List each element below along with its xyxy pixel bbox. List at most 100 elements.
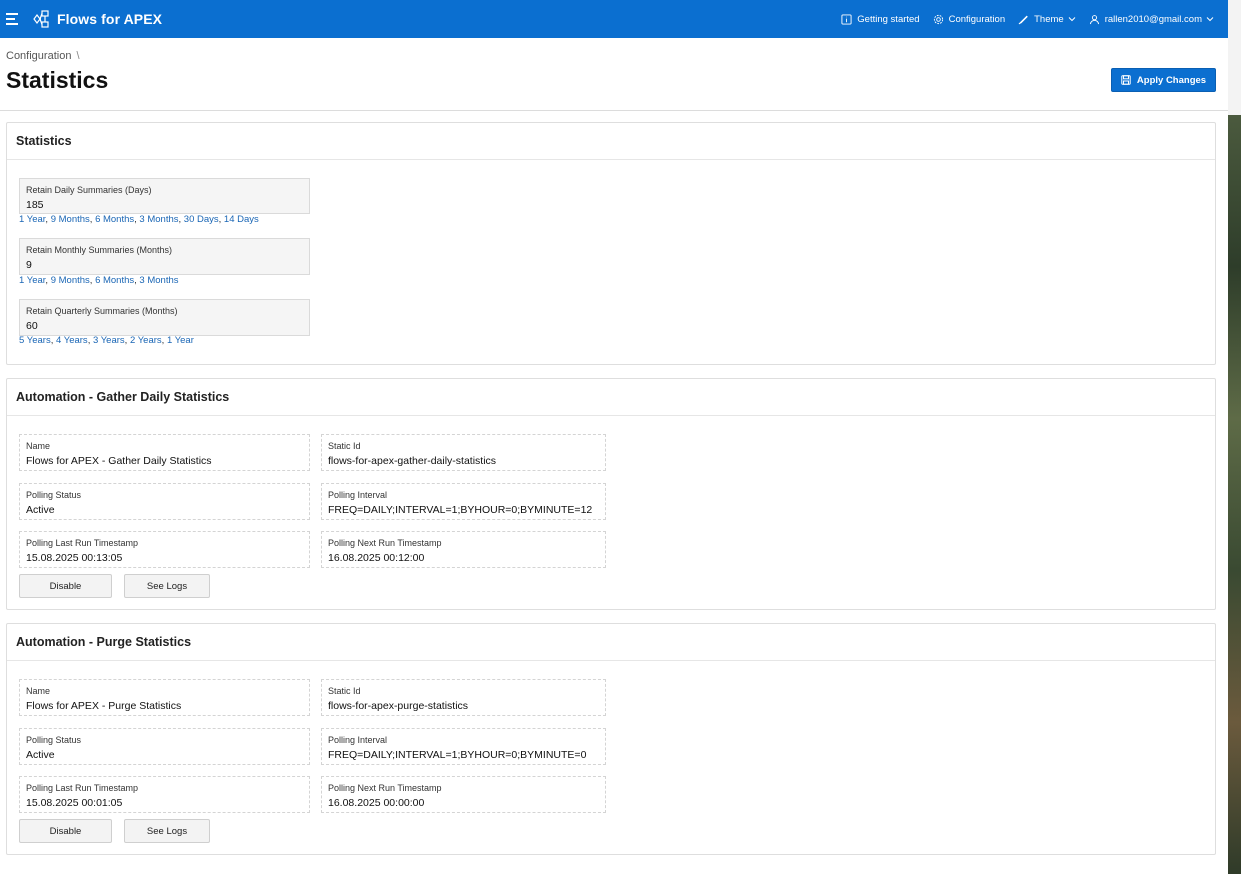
breadcrumb-separator: \ — [76, 50, 80, 62]
static-id-field: Static Id flows-for-apex-purge-statistic… — [321, 679, 606, 716]
field-label: Name — [26, 686, 51, 696]
last-run-field: Polling Last Run Timestamp 15.08.2025 00… — [19, 776, 310, 813]
region-title: Automation - Gather Daily Statistics — [16, 390, 230, 404]
top-navigation-bar: Flows for APEX Getting started Configura… — [0, 0, 1228, 38]
field-label: Retain Daily Summaries (Days) — [26, 185, 152, 195]
next-run-field: Polling Next Run Timestamp 16.08.2025 00… — [321, 531, 606, 568]
field-label: Polling Status — [26, 490, 82, 500]
shortcut-link[interactable]: 9 Months — [51, 275, 90, 286]
field-label: Retain Monthly Summaries (Months) — [26, 245, 173, 255]
field-label: Polling Last Run Timestamp — [26, 783, 139, 793]
shortcut-link[interactable]: 14 Days — [224, 214, 259, 225]
nav-configuration-label: Configuration — [948, 13, 1006, 25]
next-run-field: Polling Next Run Timestamp 16.08.2025 00… — [321, 776, 606, 813]
desktop-wallpaper — [1228, 115, 1241, 874]
shortcut-link[interactable]: 2 Years — [130, 335, 162, 346]
field-value[interactable]: 60 — [26, 320, 303, 332]
chevron-down-icon — [1068, 17, 1076, 22]
shortcut-link[interactable]: 9 Months — [51, 214, 90, 225]
nav-getting-started[interactable]: Getting started — [841, 13, 920, 25]
see-logs-button[interactable]: See Logs — [124, 819, 210, 843]
save-icon — [1121, 75, 1131, 85]
automation-name-field: Name Flows for APEX - Purge Statistics — [19, 679, 310, 716]
field-value: flows-for-apex-gather-daily-statistics — [328, 455, 497, 467]
shortcut-link[interactable]: 3 Months — [139, 214, 178, 225]
nav-configuration[interactable]: Configuration — [933, 13, 1006, 25]
region-header: Automation - Gather Daily Statistics — [7, 379, 1215, 416]
field-label: Polling Interval — [328, 735, 388, 745]
field-label: Polling Interval — [328, 490, 388, 500]
field-label: Polling Next Run Timestamp — [328, 783, 442, 793]
field-label: Name — [26, 441, 51, 451]
retain-quarterly-shortcuts: 5 Years, 4 Years, 3 Years, 2 Years, 1 Ye… — [19, 335, 194, 346]
breadcrumb: Configuration \ — [6, 50, 80, 62]
shortcut-link[interactable]: 1 Year — [167, 335, 194, 346]
shortcut-link[interactable]: 5 Years — [19, 335, 51, 346]
polling-interval-field: Polling Interval FREQ=DAILY;INTERVAL=1;B… — [321, 483, 606, 520]
region-title: Automation - Purge Statistics — [16, 635, 192, 649]
retain-daily-shortcuts: 1 Year, 9 Months, 6 Months, 3 Months, 30… — [19, 214, 259, 225]
disable-button[interactable]: Disable — [19, 819, 112, 843]
nav-theme-label: Theme — [1034, 13, 1064, 25]
field-value: 16.08.2025 00:00:00 — [328, 797, 425, 809]
info-icon — [841, 13, 852, 25]
chevron-down-icon — [1206, 17, 1214, 22]
field-value: 15.08.2025 00:13:05 — [26, 552, 123, 564]
field-label: Retain Quarterly Summaries (Months) — [26, 306, 178, 316]
shortcut-link[interactable]: 1 Year — [19, 214, 45, 225]
field-value: Active — [26, 749, 55, 761]
breadcrumb-configuration[interactable]: Configuration — [6, 50, 71, 62]
field-label: Static Id — [328, 686, 361, 696]
polling-status-field: Polling Status Active — [19, 728, 310, 765]
shortcut-link[interactable]: 6 Months — [95, 275, 134, 286]
field-value[interactable]: 9 — [26, 259, 303, 271]
shortcut-link[interactable]: 3 Years — [93, 335, 125, 346]
shortcut-link[interactable]: 6 Months — [95, 214, 134, 225]
field-value: FREQ=DAILY;INTERVAL=1;BYHOUR=0;BYMINUTE=… — [328, 504, 593, 516]
field-value: Active — [26, 504, 55, 516]
retain-monthly-shortcuts: 1 Year, 9 Months, 6 Months, 3 Months — [19, 275, 179, 286]
field-value: 16.08.2025 00:12:00 — [328, 552, 425, 564]
app-title[interactable]: Flows for APEX — [57, 11, 162, 27]
region-title: Statistics — [16, 134, 72, 148]
apply-changes-label: Apply Changes — [1136, 74, 1207, 86]
field-label: Polling Status — [26, 735, 82, 745]
nav-theme[interactable]: Theme — [1018, 14, 1076, 25]
nav-user-menu[interactable]: rallen2010@gmail.com — [1089, 14, 1214, 25]
user-email: rallen2010@gmail.com — [1104, 13, 1202, 25]
user-icon — [1089, 14, 1099, 24]
disable-button[interactable]: Disable — [19, 574, 112, 598]
flows-logo-icon — [33, 10, 49, 28]
field-value: Flows for APEX - Purge Statistics — [26, 700, 182, 712]
see-logs-button[interactable]: See Logs — [124, 574, 210, 598]
apply-changes-button[interactable]: Apply Changes — [1111, 68, 1216, 92]
menu-icon[interactable] — [6, 13, 20, 25]
region-header: Statistics — [7, 123, 1215, 160]
shortcut-link[interactable]: 30 Days — [184, 214, 219, 225]
field-value: FREQ=DAILY;INTERVAL=1;BYHOUR=0;BYMINUTE=… — [328, 749, 587, 761]
automation-daily-region: Automation - Gather Daily Statistics Nam… — [6, 378, 1216, 610]
divider — [0, 110, 1228, 111]
field-label: Polling Next Run Timestamp — [328, 538, 442, 548]
field-value[interactable]: 185 — [26, 199, 303, 211]
retain-daily-field[interactable]: Retain Daily Summaries (Days) 185 — [19, 178, 310, 214]
retain-monthly-field[interactable]: Retain Monthly Summaries (Months) 9 — [19, 238, 310, 275]
shortcut-link[interactable]: 3 Months — [139, 275, 178, 286]
shortcut-link[interactable]: 4 Years — [56, 335, 88, 346]
statistics-region: Statistics Retain Daily Summaries (Days)… — [6, 122, 1216, 365]
region-header: Automation - Purge Statistics — [7, 624, 1215, 661]
static-id-field: Static Id flows-for-apex-gather-daily-st… — [321, 434, 606, 471]
app-window: Flows for APEX Getting started Configura… — [0, 0, 1228, 874]
brush-icon — [1018, 15, 1028, 24]
shortcut-link[interactable]: 1 Year — [19, 275, 45, 286]
polling-status-field: Polling Status Active — [19, 483, 310, 520]
field-value: 15.08.2025 00:01:05 — [26, 797, 123, 809]
automation-purge-region: Automation - Purge Statistics Name Flows… — [6, 623, 1216, 855]
field-value: flows-for-apex-purge-statistics — [328, 700, 469, 712]
retain-quarterly-field[interactable]: Retain Quarterly Summaries (Months) 60 — [19, 299, 310, 336]
page-title: Statistics — [6, 67, 109, 93]
gear-icon — [933, 14, 943, 24]
polling-interval-field: Polling Interval FREQ=DAILY;INTERVAL=1;B… — [321, 728, 606, 765]
last-run-field: Polling Last Run Timestamp 15.08.2025 00… — [19, 531, 310, 568]
field-label: Static Id — [328, 441, 361, 451]
